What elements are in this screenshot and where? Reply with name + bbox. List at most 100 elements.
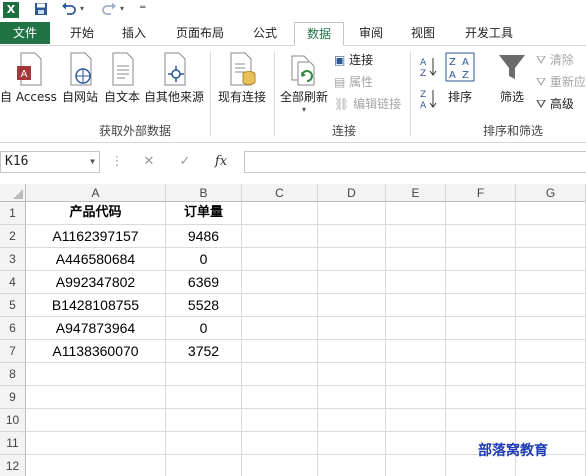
cell-b2[interactable]: 9486 (166, 225, 242, 248)
name-box-dropdown-icon[interactable]: ▼ (90, 152, 95, 172)
cell-c4[interactable] (242, 271, 318, 294)
edit-links-button[interactable]: ⛓ 编辑链接 (334, 96, 401, 112)
cell-g3[interactable] (516, 248, 586, 271)
tab-view[interactable]: 视图 (402, 22, 444, 44)
row-header-11[interactable]: 11 (0, 432, 26, 455)
connections-button[interactable]: ▣ 连接 (334, 52, 373, 68)
row-header-12[interactable]: 12 (0, 455, 26, 476)
cell-d8[interactable] (318, 363, 386, 386)
column-header-g[interactable]: G (516, 184, 586, 202)
cell-b12[interactable] (166, 455, 242, 476)
cell-b6[interactable]: 0 (166, 317, 242, 340)
undo-dropdown-icon[interactable]: ▾ (80, 4, 84, 13)
row-header-9[interactable]: 9 (0, 386, 26, 409)
tab-page-layout[interactable]: 页面布局 (168, 22, 232, 44)
from-web-button[interactable]: 自网站 (58, 52, 102, 105)
cell-b3[interactable]: 0 (166, 248, 242, 271)
redo-dropdown-icon[interactable]: ▾ (120, 4, 124, 13)
properties-button[interactable]: ▤ 属性 (334, 74, 373, 90)
cell-a7[interactable]: A1138360070 (26, 340, 166, 363)
insert-function-button[interactable]: fx (212, 153, 230, 171)
cell-a2[interactable]: A1162397157 (26, 225, 166, 248)
cell-d9[interactable] (318, 386, 386, 409)
column-header-e[interactable]: E (386, 184, 446, 202)
from-text-button[interactable]: 自文本 (102, 52, 142, 105)
tab-review[interactable]: 审阅 (350, 22, 392, 44)
cell-f6[interactable] (446, 317, 516, 340)
cell-f3[interactable] (446, 248, 516, 271)
column-header-f[interactable]: F (446, 184, 516, 202)
cell-e1[interactable] (386, 202, 446, 225)
cell-f4[interactable] (446, 271, 516, 294)
cell-c9[interactable] (242, 386, 318, 409)
tab-insert[interactable]: 插入 (112, 22, 156, 44)
cell-a10[interactable] (26, 409, 166, 432)
row-header-3[interactable]: 3 (0, 248, 26, 271)
cell-b4[interactable]: 6369 (166, 271, 242, 294)
cell-g2[interactable] (516, 225, 586, 248)
from-access-button[interactable]: A 自 Access (0, 52, 57, 105)
cell-b7[interactable]: 3752 (166, 340, 242, 363)
cell-e2[interactable] (386, 225, 446, 248)
row-header-10[interactable]: 10 (0, 409, 26, 432)
cell-b10[interactable] (166, 409, 242, 432)
enter-icon[interactable]: ✓ (176, 153, 194, 171)
cell-c1[interactable] (242, 202, 318, 225)
cancel-icon[interactable]: ✕ (140, 153, 158, 171)
cell-b1[interactable]: 订单量 (166, 202, 242, 225)
cell-a12[interactable] (26, 455, 166, 476)
clear-filter-button[interactable]: ⛛ 清除 (536, 52, 574, 68)
cell-c6[interactable] (242, 317, 318, 340)
cell-e7[interactable] (386, 340, 446, 363)
cell-f2[interactable] (446, 225, 516, 248)
cell-d12[interactable] (318, 455, 386, 476)
cell-g8[interactable] (516, 363, 586, 386)
cell-d4[interactable] (318, 271, 386, 294)
customize-qat-icon[interactable]: ═ (140, 3, 145, 13)
cell-d5[interactable] (318, 294, 386, 317)
cell-c12[interactable] (242, 455, 318, 476)
cell-e5[interactable] (386, 294, 446, 317)
cell-b8[interactable] (166, 363, 242, 386)
cell-a9[interactable] (26, 386, 166, 409)
cell-g5[interactable] (516, 294, 586, 317)
cell-d3[interactable] (318, 248, 386, 271)
refresh-all-button[interactable]: 全部刷新 ▾ (278, 52, 330, 114)
cell-e11[interactable] (386, 432, 446, 455)
cell-a11[interactable] (26, 432, 166, 455)
row-header-6[interactable]: 6 (0, 317, 26, 340)
advanced-filter-button[interactable]: ⛛ 高级 (536, 96, 574, 112)
tab-data[interactable]: 数据 (294, 22, 344, 46)
cell-c3[interactable] (242, 248, 318, 271)
cell-d7[interactable] (318, 340, 386, 363)
column-header-a[interactable]: A (26, 184, 166, 202)
undo-icon[interactable] (60, 2, 78, 18)
cell-e6[interactable] (386, 317, 446, 340)
cell-d10[interactable] (318, 409, 386, 432)
name-box[interactable]: K16 ▼ (0, 151, 100, 173)
cell-e3[interactable] (386, 248, 446, 271)
row-header-8[interactable]: 8 (0, 363, 26, 386)
cell-c7[interactable] (242, 340, 318, 363)
tab-file[interactable]: 文件 (0, 22, 50, 44)
cell-f8[interactable] (446, 363, 516, 386)
cell-a4[interactable]: A992347802 (26, 271, 166, 294)
sort-button[interactable]: ZA AZ 排序 (442, 52, 478, 105)
cell-g9[interactable] (516, 386, 586, 409)
cell-f5[interactable] (446, 294, 516, 317)
cell-e9[interactable] (386, 386, 446, 409)
cell-d2[interactable] (318, 225, 386, 248)
tab-home[interactable]: 开始 (60, 22, 104, 44)
cell-a5[interactable]: B1428108755 (26, 294, 166, 317)
refresh-all-dropdown-icon[interactable]: ▾ (278, 105, 330, 114)
cell-a6[interactable]: A947873964 (26, 317, 166, 340)
existing-connections-button[interactable]: 现有连接 (214, 52, 270, 105)
cell-d1[interactable] (318, 202, 386, 225)
cell-e12[interactable] (386, 455, 446, 476)
reapply-button[interactable]: ⛛ 重新应 (536, 74, 586, 90)
cell-e10[interactable] (386, 409, 446, 432)
cell-b5[interactable]: 5528 (166, 294, 242, 317)
cell-a1[interactable]: 产品代码 (26, 202, 166, 225)
cell-a3[interactable]: A446580684 (26, 248, 166, 271)
row-header-4[interactable]: 4 (0, 271, 26, 294)
